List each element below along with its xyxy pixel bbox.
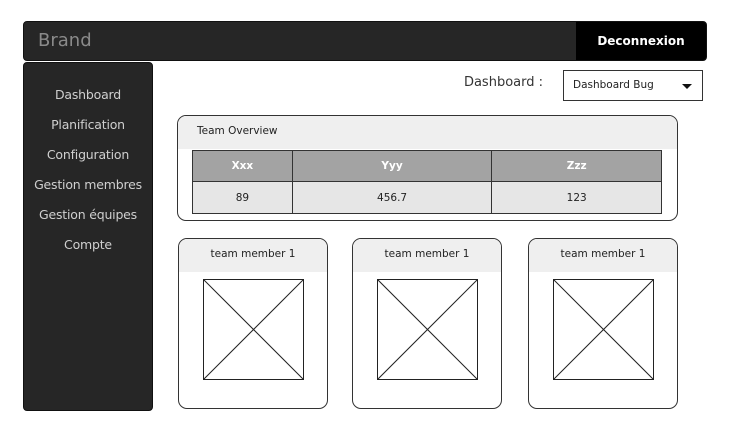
brand-logo[interactable]: Brand [38,30,92,51]
member-name: team member 1 [529,239,677,272]
image-placeholder-icon [203,279,304,380]
member-card[interactable]: team member 1 [178,238,328,409]
table-cell: 123 [491,181,662,214]
sidebar: Dashboard Planification Configuration Ge… [23,62,153,411]
member-card[interactable]: team member 1 [352,238,502,409]
member-card[interactable]: team member 1 [528,238,678,409]
table-cell: 89 [192,181,293,214]
column-header-zzz: Zzz [491,150,662,182]
image-placeholder-icon [377,279,478,380]
team-overview-table: Xxx Yyy Zzz 89 456.7 123 [192,150,662,214]
top-navbar: Brand Deconnexion [23,21,707,61]
dashboard-select-value: Dashboard Bug [573,79,654,91]
sidebar-item-planification[interactable]: Planification [24,110,152,140]
logout-button[interactable]: Deconnexion [576,22,706,60]
team-overview-card: Team Overview Xxx Yyy Zzz 89 456.7 123 [177,115,678,221]
member-name: team member 1 [353,239,501,272]
caret-down-icon [682,84,692,89]
dashboard-select[interactable]: Dashboard Bug [563,70,703,101]
image-placeholder-icon [553,279,654,380]
table-row: 89 456.7 123 [192,181,662,214]
team-overview-title: Team Overview [178,116,677,149]
member-name: team member 1 [179,239,327,272]
sidebar-item-gestion-equipes[interactable]: Gestion équipes [24,200,152,230]
table-cell: 456.7 [291,181,493,214]
sidebar-item-dashboard[interactable]: Dashboard [24,80,152,110]
sidebar-item-compte[interactable]: Compte [24,230,152,260]
sidebar-item-gestion-membres[interactable]: Gestion membres [24,170,152,200]
column-header-yyy: Yyy [291,150,493,182]
table-header-row: Xxx Yyy Zzz [192,150,662,182]
column-header-xxx: Xxx [192,150,293,182]
dashboard-select-label: Dashboard : [463,75,543,90]
page: Brand Deconnexion Dashboard Planificatio… [0,0,729,440]
sidebar-item-configuration[interactable]: Configuration [24,140,152,170]
